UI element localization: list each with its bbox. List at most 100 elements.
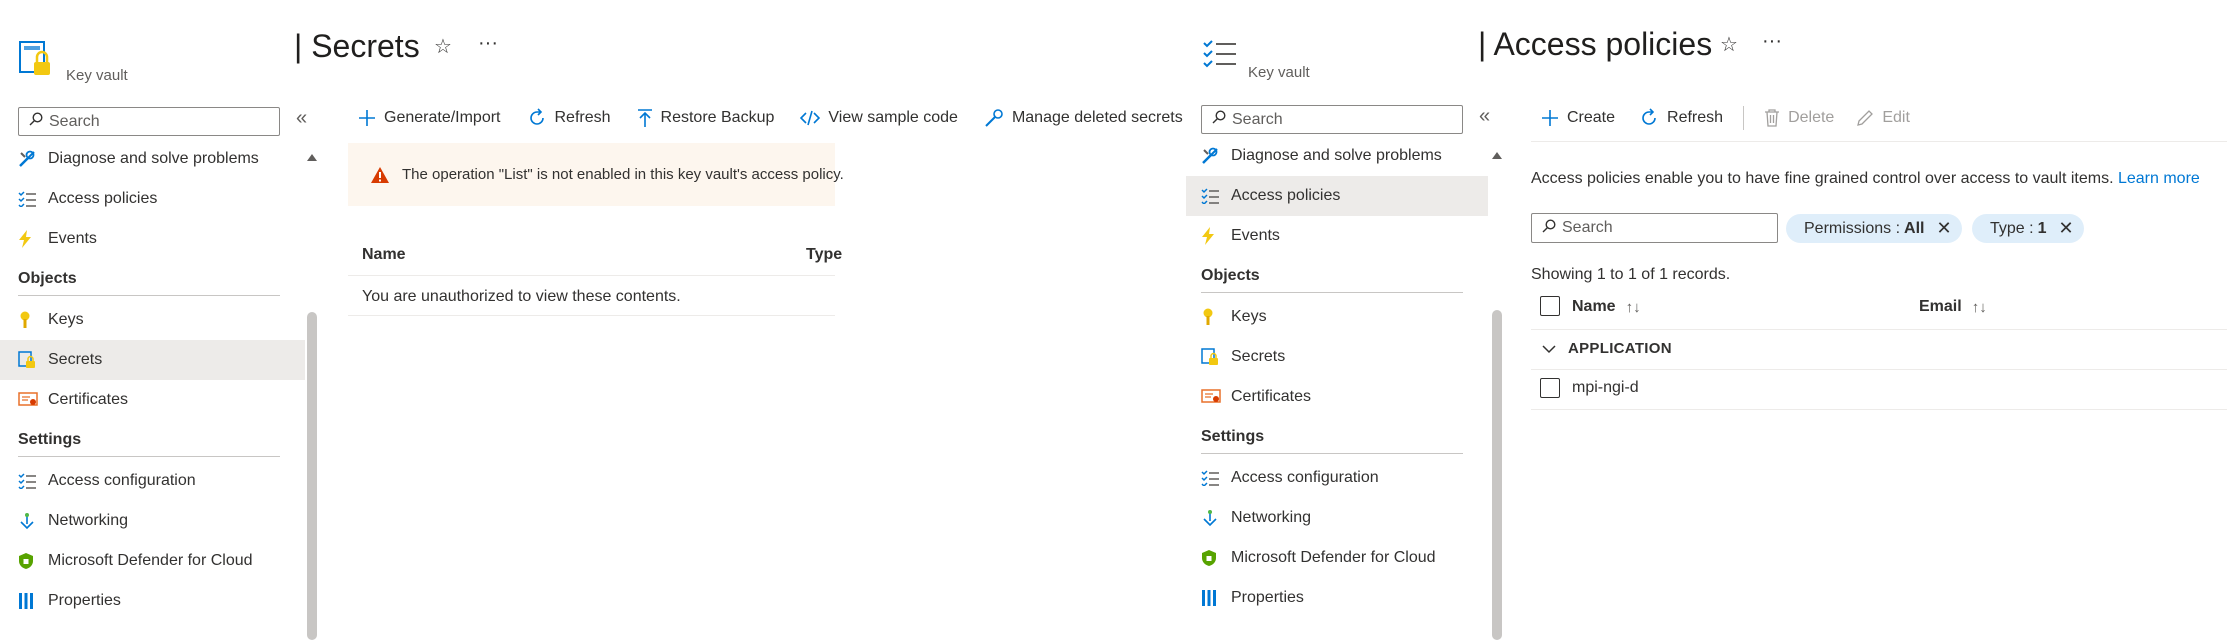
menu-item-defender[interactable]: Microsoft Defender for Cloud (0, 541, 305, 581)
page-title: | Access policies (1478, 26, 1713, 62)
close-icon[interactable]: ✕ (1936, 218, 1951, 239)
certificate-icon (18, 392, 48, 408)
refresh-button[interactable]: Refresh (527, 108, 611, 128)
menu-item-label: Networking (1231, 509, 1312, 526)
menu-item-diagnose[interactable]: Diagnose and solve problems (0, 139, 305, 179)
sort-icon[interactable]: ↑↓ (1626, 299, 1641, 316)
wrench-icon (1201, 147, 1231, 165)
refresh-label: Refresh (1667, 109, 1724, 126)
list-check-icon (18, 191, 48, 207)
menu-scrollbar[interactable] (307, 312, 317, 640)
list-check-icon (1201, 470, 1231, 486)
restore-backup-button[interactable]: Restore Backup (637, 108, 775, 128)
command-bar: Create Refresh Delete Edit (1541, 106, 1910, 130)
menu-item-properties[interactable]: Properties (0, 581, 305, 621)
menu-item-networking[interactable]: Networking (0, 501, 305, 541)
generate-import-label: Generate/Import (384, 109, 501, 126)
section-divider (18, 456, 280, 457)
menu-item-events[interactable]: Events (1186, 216, 1488, 256)
search-icon (29, 112, 43, 131)
create-label: Create (1567, 109, 1616, 126)
menu-item-keys[interactable]: Keys (0, 300, 305, 340)
menu-item-access-policies[interactable]: Access policies (0, 179, 305, 219)
column-header-email[interactable]: Email ↑↓ (1919, 298, 1987, 316)
refresh-label: Refresh (554, 109, 611, 126)
key-icon (1201, 308, 1231, 326)
menu-item-keys[interactable]: Keys (1186, 297, 1488, 337)
column-header-name[interactable]: Name (362, 246, 406, 264)
filter-search-box[interactable] (1531, 213, 1778, 243)
menu-item-networking[interactable]: Networking (1186, 498, 1488, 538)
menu-scroll-up-icon[interactable] (307, 154, 317, 161)
warning-icon (370, 166, 390, 184)
more-options-icon[interactable]: ··· (1762, 30, 1782, 53)
edit-button[interactable]: Edit (1856, 109, 1910, 127)
generate-import-button[interactable]: Generate/Import (358, 108, 501, 128)
menu-search-input[interactable] (1232, 110, 1462, 129)
list-check-icon (18, 473, 48, 489)
resource-menu: Diagnose and solve problems Access polic… (1186, 136, 1488, 618)
menu-search-box[interactable] (18, 107, 280, 136)
empty-state-message: You are unauthorized to view these conte… (362, 288, 681, 305)
group-row[interactable]: APPLICATION (1542, 340, 1672, 357)
collapse-menu-icon[interactable]: « (296, 107, 307, 130)
wrench-icon (18, 150, 48, 168)
section-heading-settings: Settings (18, 431, 82, 448)
menu-search-box[interactable] (1201, 105, 1463, 134)
pill-label: Permissions : (1804, 219, 1901, 237)
menu-item-access-policies[interactable]: Access policies (1186, 176, 1488, 216)
sort-icon[interactable]: ↑↓ (1972, 299, 1987, 316)
menu-item-label: Access configuration (48, 472, 196, 489)
select-all-checkbox[interactable] (1540, 296, 1560, 316)
create-button[interactable]: Create (1541, 109, 1615, 127)
column-header-type[interactable]: Type (806, 246, 842, 264)
menu-item-label: Access policies (48, 190, 158, 207)
menu-item-access-configuration[interactable]: Access configuration (1186, 458, 1488, 498)
menu-item-label: Keys (48, 311, 84, 328)
type-filter-pill[interactable]: Type : 1 ✕ (1972, 214, 2084, 243)
menu-item-label: Access policies (1231, 187, 1341, 204)
menu-scrollbar[interactable] (1492, 310, 1502, 640)
menu-item-label: Diagnose and solve problems (1231, 147, 1442, 164)
menu-item-properties[interactable]: Properties (1186, 578, 1488, 618)
menu-scroll-up-icon[interactable] (1492, 152, 1502, 159)
more-options-icon[interactable]: ··· (478, 32, 498, 55)
delete-button[interactable]: Delete (1764, 109, 1834, 127)
row-name[interactable]: mpi-ngi-d (1572, 379, 1639, 397)
section-divider (1201, 453, 1463, 454)
records-count: Showing 1 to 1 of 1 records. (1531, 266, 1731, 283)
table-header-rule (1531, 329, 2227, 330)
menu-item-label: Keys (1231, 308, 1267, 325)
favorite-star-icon[interactable]: ☆ (434, 34, 452, 59)
menu-item-events[interactable]: Events (0, 219, 305, 259)
manage-deleted-secrets-button[interactable]: Manage deleted secrets (984, 108, 1183, 128)
filter-search-input[interactable] (1562, 219, 1777, 237)
row-checkbox[interactable] (1540, 378, 1560, 398)
menu-search-input[interactable] (49, 112, 279, 131)
menu-item-certificates[interactable]: Certificates (1186, 377, 1488, 417)
menu-item-access-configuration[interactable]: Access configuration (0, 461, 305, 501)
permissions-filter-pill[interactable]: Permissions : All ✕ (1786, 214, 1962, 243)
section-divider (1201, 292, 1463, 293)
learn-more-link[interactable]: Learn more (2118, 170, 2200, 187)
menu-item-certificates[interactable]: Certificates (0, 380, 305, 420)
close-icon[interactable]: ✕ (2058, 218, 2073, 239)
menu-item-secrets[interactable]: Secrets (1186, 337, 1488, 377)
service-label: Key vault (66, 67, 128, 84)
menu-item-defender[interactable]: Microsoft Defender for Cloud (1186, 538, 1488, 578)
pill-value: All (1904, 219, 1925, 237)
description-text: Access policies enable you to have fine … (1531, 170, 2200, 188)
favorite-star-icon[interactable]: ☆ (1720, 32, 1738, 57)
restore-backup-label: Restore Backup (660, 109, 775, 126)
menu-item-secrets[interactable]: Secrets (0, 340, 305, 380)
collapse-menu-icon[interactable]: « (1479, 105, 1490, 128)
menu-item-label: Diagnose and solve problems (48, 150, 259, 167)
chevron-down-icon[interactable] (1542, 344, 1556, 354)
refresh-button[interactable]: Refresh (1639, 108, 1723, 128)
view-sample-code-button[interactable]: View sample code (800, 108, 958, 128)
table-row-rule (1531, 409, 2227, 410)
secret-icon (18, 351, 48, 369)
menu-item-diagnose[interactable]: Diagnose and solve problems (1186, 136, 1488, 176)
table-row[interactable]: mpi-ngi-d (1540, 378, 1639, 398)
column-header-name[interactable]: Name ↑↓ (1572, 298, 1641, 316)
